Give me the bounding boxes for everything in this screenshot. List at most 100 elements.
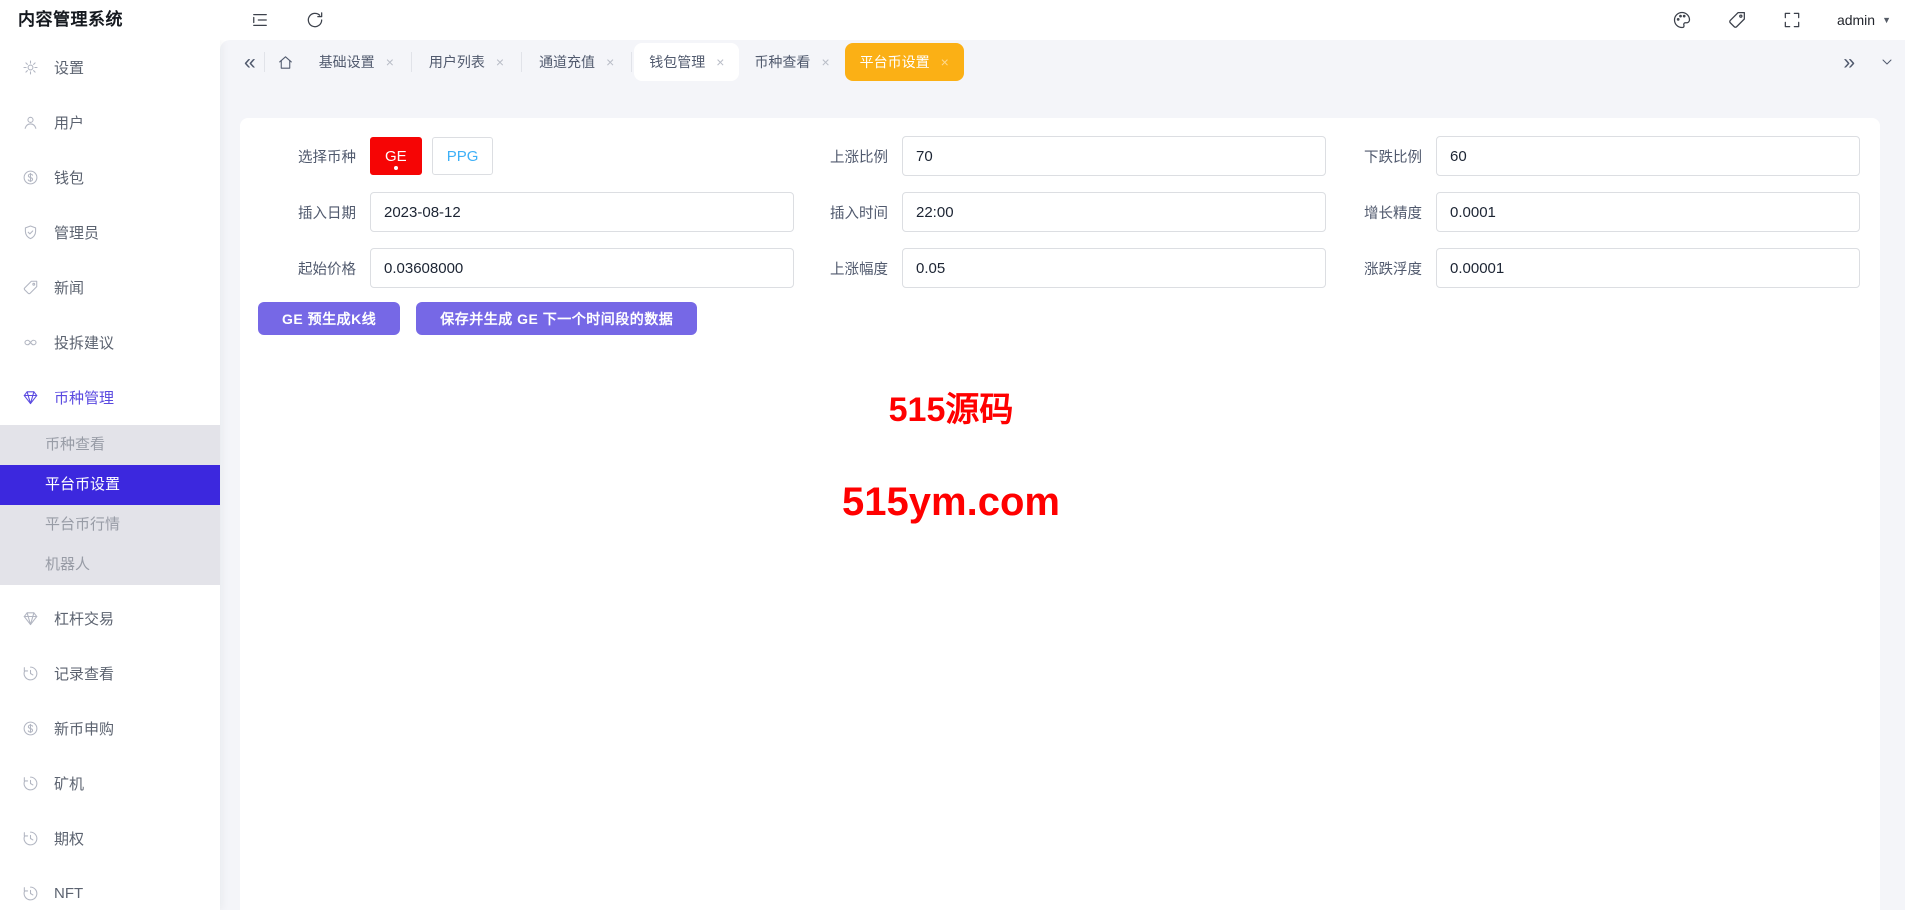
close-icon[interactable]: × — [821, 55, 829, 69]
gear-icon — [22, 59, 39, 76]
sidebar-item-label: NFT — [54, 885, 84, 902]
sidebar-item-nft[interactable]: NFT — [0, 866, 220, 910]
tab-label: 用户列表 — [428, 54, 485, 70]
insert-time-input[interactable] — [902, 192, 1326, 232]
tabs-scroll-right-icon[interactable]: » — [1837, 52, 1861, 73]
username: admin — [1836, 12, 1876, 28]
fall-ratio-label: 下跌比例 — [1364, 149, 1422, 166]
watermark-line1: 515源码 — [888, 391, 1014, 429]
link-icon — [22, 334, 39, 351]
sidebar-subitem-platform-coin-market[interactable]: 平台币行情 — [0, 505, 220, 545]
divider — [410, 52, 412, 72]
gem-icon — [22, 389, 39, 406]
sidebar-item-news[interactable]: 新闻 — [0, 260, 220, 315]
divider — [521, 52, 523, 72]
dollar-icon — [22, 169, 39, 186]
rise-ratio-input[interactable] — [902, 136, 1326, 176]
refresh-icon[interactable] — [305, 10, 325, 30]
coin-option-ge[interactable]: GE — [370, 137, 422, 175]
tab-label: 通道充值 — [539, 54, 596, 70]
coin-option-ppg[interactable]: PPG — [431, 137, 494, 175]
tab-wallet-management[interactable]: 钱包管理 × — [634, 43, 740, 81]
tab-platform-coin-settings[interactable]: 平台币设置 × — [844, 43, 964, 81]
header-actions: admin ▼ — [1672, 0, 1891, 40]
sidebar-item-label: 投拆建议 — [54, 335, 115, 352]
history-icon — [22, 665, 39, 682]
close-icon[interactable]: × — [716, 55, 724, 69]
sidebar-item-label: 记录查看 — [54, 666, 115, 683]
home-icon[interactable] — [277, 54, 294, 71]
close-icon[interactable]: × — [941, 55, 949, 69]
sidebar-item-wallet[interactable]: 钱包 — [0, 150, 220, 205]
tab-label: 基础设置 — [318, 54, 375, 70]
close-icon[interactable]: × — [386, 55, 394, 69]
main-region: « 基础设置 × 用户列表 × 通道充值 × 钱包管理 × 币种查看 × 平台币… — [220, 40, 1905, 910]
tab-basic-settings[interactable]: 基础设置 × — [304, 43, 409, 81]
start-price-input[interactable] — [370, 248, 794, 288]
tabs-menu-chevron-down-icon[interactable] — [1879, 54, 1895, 70]
watermark-line2: 515ym.com — [842, 480, 1060, 524]
coin-option-label: GE — [385, 147, 407, 165]
coin-management-submenu: 币种查看 平台币设置 平台币行情 机器人 — [0, 425, 220, 585]
tag-icon[interactable] — [1727, 10, 1747, 30]
sidebar-item-options[interactable]: 期权 — [0, 811, 220, 866]
fullscreen-icon[interactable] — [1782, 10, 1802, 30]
sidebar-item-records[interactable]: 记录查看 — [0, 646, 220, 701]
platform-coin-form: 选择币种 GE PPG 上涨比例 下跌比例 插入日期 插入时间 增长精度 — [240, 118, 1880, 288]
history-icon — [22, 830, 39, 847]
close-icon[interactable]: × — [496, 55, 504, 69]
sidebar-item-new-coin-subscription[interactable]: 新币申购 — [0, 701, 220, 756]
sidebar-item-leverage-trading[interactable]: 杠杆交易 — [0, 591, 220, 646]
sidebar-item-label: 期权 — [54, 831, 85, 848]
pregenerate-kline-button[interactable]: GE 预生成K线 — [258, 302, 401, 335]
sidebar-subitem-robot[interactable]: 机器人 — [0, 545, 220, 585]
theme-palette-icon[interactable] — [1672, 10, 1692, 30]
growth-precision-input[interactable] — [1436, 192, 1860, 232]
tabs-scroll-left-icon[interactable]: « — [238, 52, 262, 73]
divider — [263, 52, 265, 72]
tab-label: 币种查看 — [754, 54, 811, 70]
sidebar-item-mining-machine[interactable]: 矿机 — [0, 756, 220, 811]
tab-label: 钱包管理 — [649, 54, 706, 70]
sidebar-item-label: 新闻 — [54, 280, 85, 297]
tab-user-list[interactable]: 用户列表 × — [414, 43, 519, 81]
rise-amplitude-label: 上涨幅度 — [830, 261, 888, 278]
sidebar-item-label: 新币申购 — [54, 721, 115, 738]
sidebar-item-users[interactable]: 用户 — [0, 95, 220, 150]
app-title: 内容管理系统 — [18, 10, 123, 29]
insert-time-label: 插入时间 — [830, 205, 888, 222]
user-icon — [22, 114, 39, 131]
start-price-label: 起始价格 — [298, 261, 356, 278]
growth-precision-label: 增长精度 — [1364, 205, 1422, 222]
history-icon — [22, 885, 39, 902]
sidebar-item-admins[interactable]: 管理员 — [0, 205, 220, 260]
collapse-sidebar-icon[interactable] — [250, 10, 270, 30]
tab-channel-recharge[interactable]: 通道充值 × — [524, 43, 629, 81]
tab-bar: « 基础设置 × 用户列表 × 通道充值 × 钱包管理 × 币种查看 × 平台币… — [220, 40, 1905, 84]
coin-select-label: 选择币种 — [298, 149, 356, 166]
fall-ratio-input[interactable] — [1436, 136, 1860, 176]
caret-down-icon: ▼ — [1882, 15, 1891, 25]
selected-dot — [393, 166, 398, 170]
rise-amplitude-input[interactable] — [902, 248, 1326, 288]
history-icon — [22, 775, 39, 792]
tab-label: 平台币设置 — [859, 54, 930, 70]
sidebar-item-coin-management[interactable]: 币种管理 — [0, 370, 220, 425]
user-menu[interactable]: admin ▼ — [1837, 12, 1891, 28]
insert-date-input[interactable] — [370, 192, 794, 232]
tag-icon — [22, 279, 39, 296]
tab-coin-view[interactable]: 币种查看 × — [739, 43, 844, 81]
insert-date-label: 插入日期 — [298, 205, 356, 222]
sidebar-item-feedback[interactable]: 投拆建议 — [0, 315, 220, 370]
form-actions: GE 预生成K线 保存并生成 GE 下一个时间段的数据 — [240, 288, 1880, 335]
sidebar-subitem-platform-coin-settings[interactable]: 平台币设置 — [0, 465, 220, 505]
sidebar-item-settings[interactable]: 设置 — [0, 40, 220, 95]
top-header: 内容管理系统 admin ▼ — [0, 0, 1905, 40]
fluctuation-input[interactable] — [1436, 248, 1860, 288]
close-icon[interactable]: × — [606, 55, 614, 69]
sidebar-item-label: 钱包 — [54, 170, 85, 187]
save-generate-next-period-button[interactable]: 保存并生成 GE 下一个时间段的数据 — [416, 302, 698, 335]
sidebar-subitem-coin-view[interactable]: 币种查看 — [0, 425, 220, 465]
sidebar-item-label: 杠杆交易 — [54, 611, 115, 628]
sidebar-item-label: 设置 — [54, 60, 85, 77]
